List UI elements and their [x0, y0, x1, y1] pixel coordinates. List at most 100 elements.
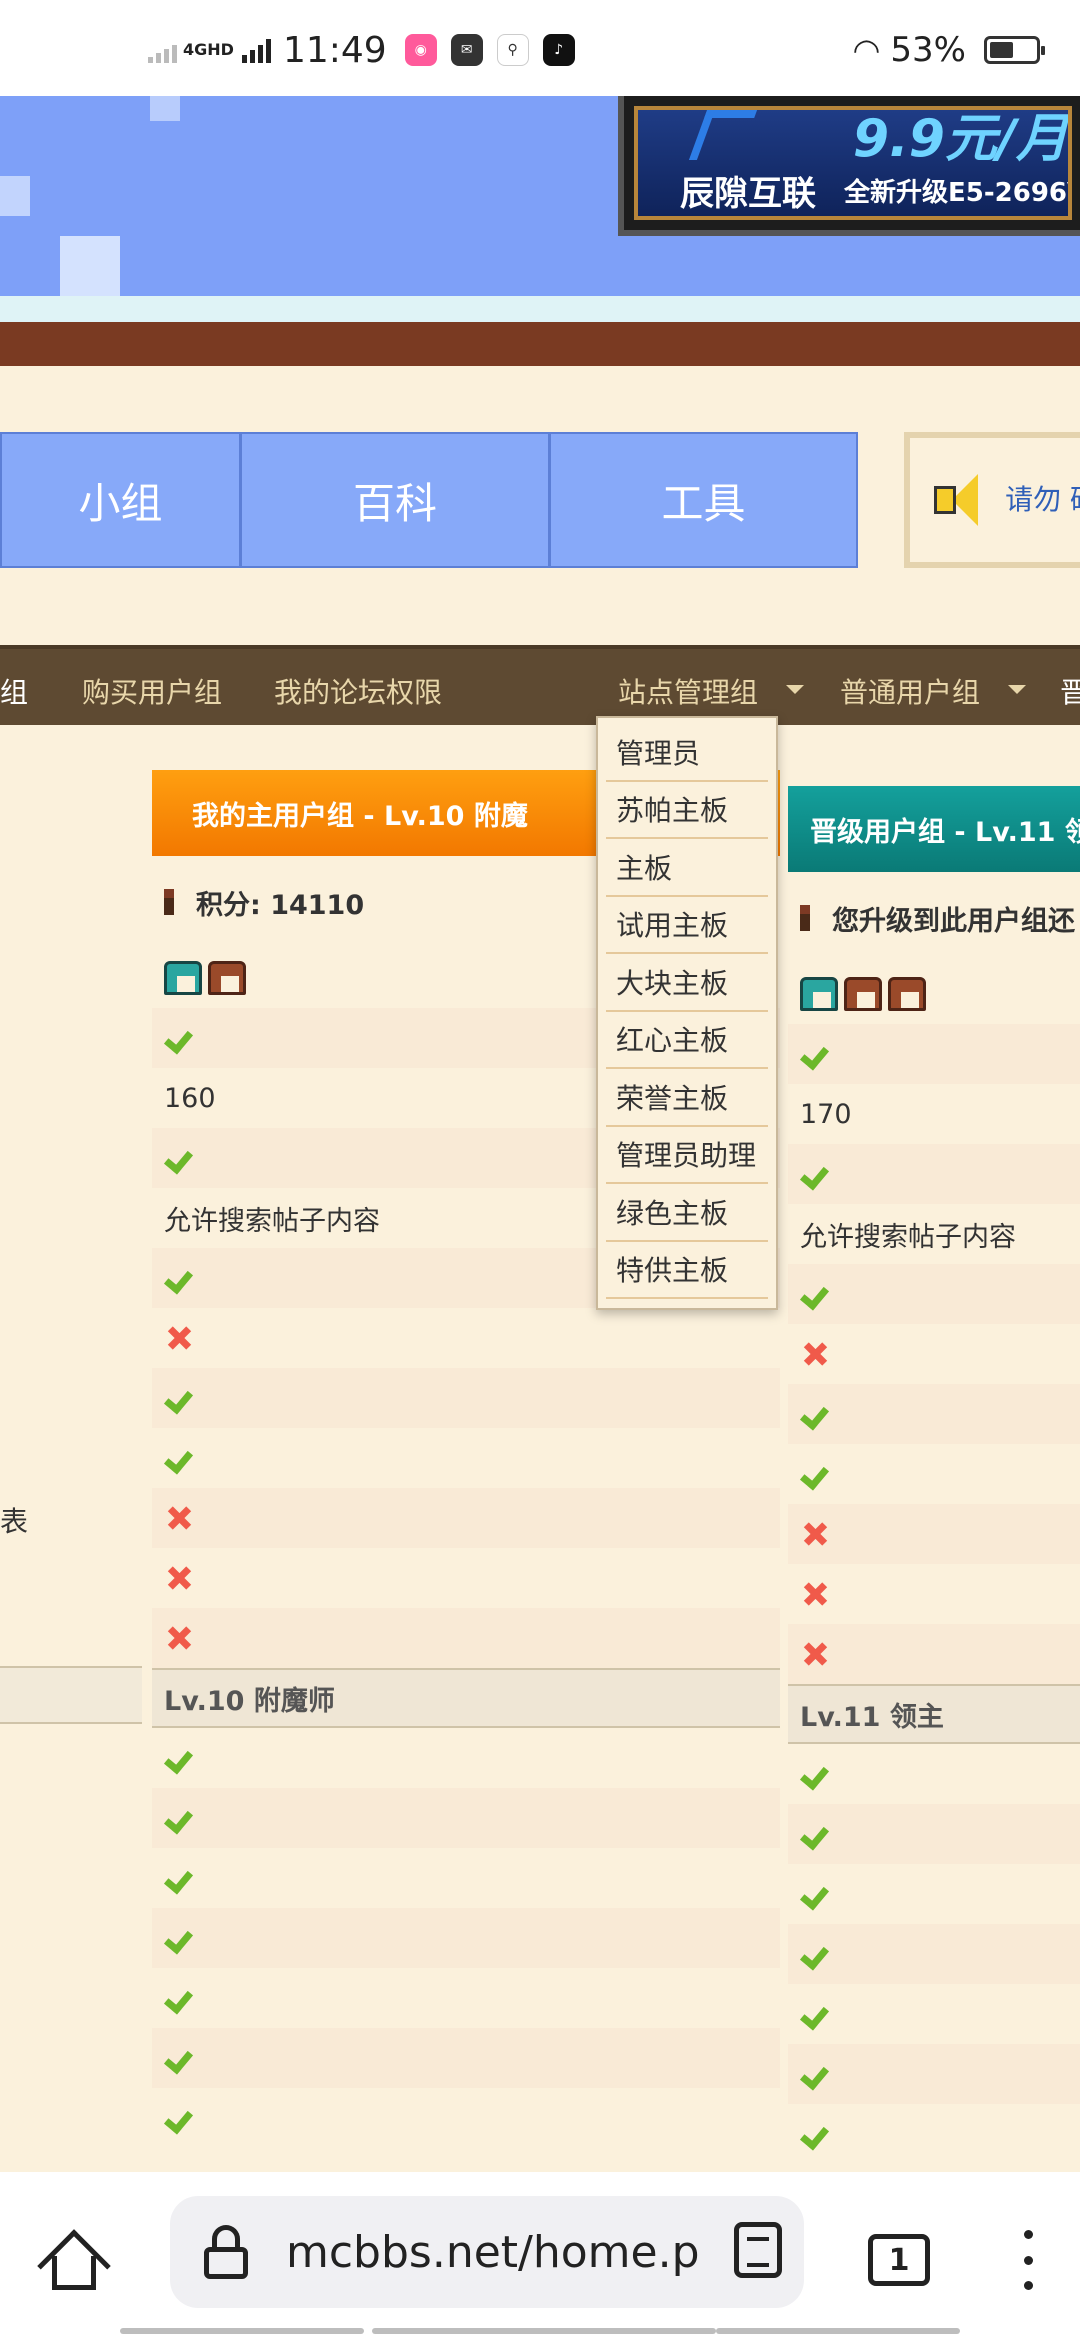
sub-nav: 组 购买用户组 我的论坛权限 站点管理组 普通用户组 晋 — [0, 645, 1080, 725]
upgrade-group-search: 允许搜索帖子内容 — [800, 1221, 1016, 1253]
check-icon — [800, 1279, 830, 1309]
tab-switcher-button[interactable]: 1 — [868, 2234, 930, 2286]
gesture-bar — [372, 2328, 716, 2334]
subnav-item-groups[interactable]: 组 — [0, 671, 28, 711]
dropdown-option-mod[interactable]: 主板 — [606, 839, 768, 897]
upgrade-group-value: 170 — [800, 1098, 852, 1130]
address-bar[interactable]: mcbbs.net/home.p — [170, 2196, 804, 2308]
upgrade-group-points-row: 您升级到此用户组还 — [788, 872, 1080, 964]
dropdown-option-heart-mod[interactable]: 红心主板 — [606, 1012, 768, 1069]
torch-icon — [164, 889, 174, 915]
ad-brand: 辰隙互联 — [680, 174, 816, 214]
table-row — [152, 1788, 780, 1848]
main-group-section: Lv.10 附魔师 — [152, 1668, 780, 1728]
table-row — [152, 1488, 780, 1548]
table-row — [152, 1908, 780, 1968]
url-text[interactable]: mcbbs.net/home.p — [286, 2227, 700, 2278]
check-icon — [164, 1743, 194, 1773]
check-icon — [164, 1143, 194, 1173]
dropdown-option-super-mod[interactable]: 苏帕主板 — [606, 782, 768, 839]
site-banner: 9.9元/月 辰隙互联 全新升级E5-2696V — [0, 96, 1080, 366]
main-group-search: 允许搜索帖子内容 — [164, 1205, 380, 1237]
check-icon — [164, 2043, 194, 2073]
upgrade-group-column: 晋级用户组 - Lv.11 领主 您升级到此用户组还 170 允许搜索帖子内容 … — [788, 786, 1080, 2164]
dropdown-option-admin[interactable]: 管理员 — [606, 724, 768, 782]
chevron-down-icon — [786, 685, 804, 694]
battery-percent: 53% — [890, 30, 966, 70]
dropdown-option-block-mod[interactable]: 大块主板 — [606, 954, 768, 1012]
nav-item-groups[interactable]: 小组 — [2, 434, 242, 566]
check-icon — [800, 1939, 830, 1969]
table-row — [788, 1444, 1080, 1504]
upgrade-group-header: 晋级用户组 - Lv.11 领主 — [788, 786, 1080, 872]
status-bar: 4GHD 11:49 ◉ ✉ ⚲ ♪ ◠ 53% — [0, 0, 1080, 100]
left-column-section — [0, 1666, 142, 1724]
table-row — [788, 1564, 1080, 1624]
signal-bars-icon — [148, 37, 177, 63]
table-row — [788, 2044, 1080, 2104]
nav-item-tools[interactable]: 工具 — [551, 434, 856, 566]
subnav-item-normal-groups[interactable]: 普通用户组 — [840, 671, 980, 711]
chevron-down-icon — [1008, 685, 1026, 694]
table-row — [788, 1864, 1080, 1924]
upgrade-group-section: Lv.11 领主 — [788, 1684, 1080, 1744]
tiktok-icon: ♪ — [542, 34, 575, 66]
signal-bars-2-icon — [241, 37, 271, 63]
table-row — [152, 2088, 780, 2148]
check-icon — [164, 1263, 194, 1293]
table-row — [788, 1924, 1080, 1984]
table-row — [152, 1848, 780, 1908]
check-icon — [164, 1983, 194, 2013]
cross-icon — [802, 1521, 828, 1547]
cross-icon — [166, 1325, 192, 1351]
torch-icon — [800, 905, 810, 931]
notice-text: 请勿 码 — [1005, 483, 1080, 516]
banner-ad[interactable]: 9.9元/月 辰隙互联 全新升级E5-2696V — [618, 96, 1080, 236]
subnav-item-admin-groups[interactable]: 站点管理组 — [618, 671, 758, 711]
subnav-item-buy-group[interactable]: 购买用户组 — [82, 671, 222, 711]
cross-icon — [802, 1581, 828, 1607]
reader-mode-icon[interactable] — [734, 2222, 782, 2278]
check-icon — [164, 1443, 194, 1473]
table-row — [788, 1804, 1080, 1864]
check-icon — [164, 1383, 194, 1413]
nav-item-wiki[interactable]: 百科 — [242, 434, 551, 566]
table-row — [152, 1548, 780, 1608]
network-type: 4GHD — [183, 40, 234, 59]
check-icon — [164, 1863, 194, 1893]
subnav-item-my-permissions[interactable]: 我的论坛权限 — [274, 671, 442, 711]
table-row — [788, 1384, 1080, 1444]
check-icon — [164, 1923, 194, 1953]
cross-icon — [802, 1341, 828, 1367]
subnav-item-upgrade[interactable]: 晋 — [1060, 671, 1080, 711]
browser-toolbar: mcbbs.net/home.p 1 — [0, 2172, 1080, 2340]
notice-box[interactable]: 请勿 码 — [904, 432, 1080, 568]
check-icon — [164, 1803, 194, 1833]
check-icon — [800, 1999, 830, 2029]
clock: 11:49 — [282, 29, 387, 71]
table-row — [788, 1624, 1080, 1684]
main-group-value: 160 — [164, 1082, 216, 1114]
cross-icon — [802, 1641, 828, 1667]
more-menu-icon[interactable] — [1020, 2230, 1036, 2290]
diamond-armor-icon — [164, 961, 202, 995]
dropdown-option-green-mod[interactable]: 绿色主板 — [606, 1184, 768, 1242]
mail-notification-icon: ✉ — [450, 34, 483, 66]
ad-slogan: 全新升级E5-2696V — [844, 178, 1072, 208]
wifi-icon: ◠ — [852, 31, 881, 69]
leather-armor-icon — [888, 977, 926, 1011]
table-row — [788, 1984, 1080, 2044]
home-icon[interactable] — [37, 2229, 111, 2303]
dropdown-option-trial-mod[interactable]: 试用主板 — [606, 897, 768, 954]
lock-icon[interactable] — [204, 2225, 248, 2279]
check-icon — [800, 2119, 830, 2149]
ad-price: 9.9元/月 — [852, 109, 1068, 169]
dropdown-option-special-mod[interactable]: 特供主板 — [606, 1242, 768, 1299]
upgrade-group-points: 您升级到此用户组还 — [832, 905, 1075, 937]
upgrade-group-armor-row — [788, 964, 1080, 1024]
gesture-bar — [716, 2328, 960, 2334]
table-row — [788, 1144, 1080, 1204]
dropdown-option-admin-assistant[interactable]: 管理员助理 — [606, 1127, 768, 1184]
dropdown-option-honor-mod[interactable]: 荣誉主板 — [606, 1069, 768, 1127]
table-row — [152, 1608, 780, 1668]
